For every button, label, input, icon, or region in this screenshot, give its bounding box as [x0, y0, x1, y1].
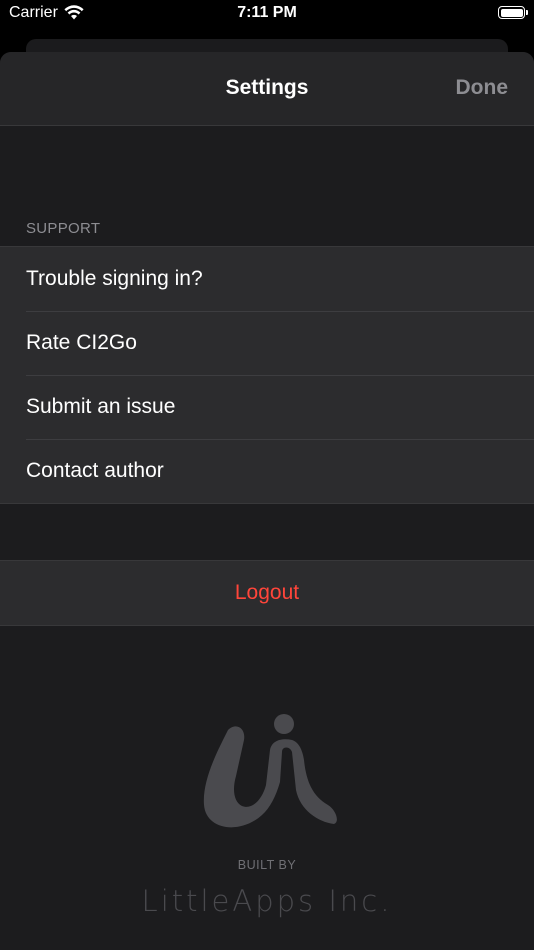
page-title: Settings — [225, 76, 309, 99]
status-time: 7:11 PM — [237, 4, 297, 21]
rate-app-row[interactable]: Rate CI2Go — [0, 311, 534, 375]
logout-button[interactable]: Logout — [0, 560, 534, 626]
battery-icon — [498, 6, 528, 19]
navigation-bar: Settings Done — [0, 52, 534, 126]
settings-sheet: Settings Done SUPPORT Trouble signing in… — [0, 52, 534, 950]
row-label: Contact author — [26, 459, 164, 482]
row-label: Submit an issue — [26, 395, 176, 418]
contact-author-row[interactable]: Contact author — [0, 439, 534, 503]
company-wordmark: LittleApps Inc. — [141, 884, 393, 918]
logout-label: Logout — [234, 581, 300, 604]
submit-issue-row[interactable]: Submit an issue — [0, 375, 534, 439]
support-list: Trouble signing in? Rate CI2Go Submit an… — [0, 246, 534, 504]
row-label: Trouble signing in? — [26, 267, 203, 290]
littleapps-logo — [203, 714, 337, 828]
built-by-label: BUILT BY — [237, 858, 297, 872]
status-bar: Carrier 7:11 PM — [0, 0, 534, 30]
trouble-signing-in-row[interactable]: Trouble signing in? — [0, 247, 534, 311]
row-label: Rate CI2Go — [26, 331, 137, 354]
done-button[interactable]: Done — [456, 76, 509, 100]
support-section-header: SUPPORT — [26, 220, 101, 237]
